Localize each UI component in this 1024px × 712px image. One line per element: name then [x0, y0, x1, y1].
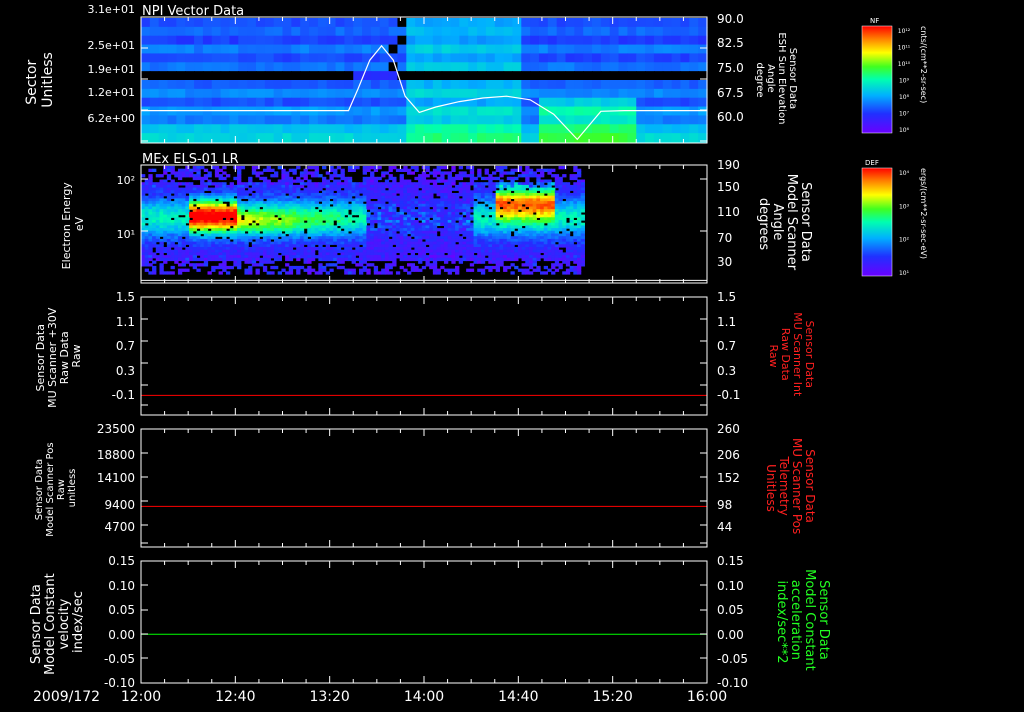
ylabel-scanner-raw: Sensor Data MU Scanner +30V Raw Data Raw [34, 304, 83, 408]
colorbar-def-label: ergs/(cm**2-sr-sec-eV) [919, 168, 928, 259]
colorbar-tick-label: 10³ [899, 203, 910, 210]
ytick-label-left: 1.1 [116, 315, 135, 329]
panel-scanner-raw: 1.5 1.1 0.7 0.3 -0.1 1.5 1.1 0.7 0.3 -0.1 Sensor … [34, 290, 816, 416]
ytick-label-right: 0.7 [717, 339, 736, 353]
ylabel-model-constant: Sensor Data Model Constant velocity inde… [29, 569, 86, 675]
colorbar-tick-label: 10¹² [898, 28, 911, 35]
ytick-label-right: -0.05 [717, 652, 748, 666]
ytick-label-left: 0.7 [116, 339, 135, 353]
colorbar-def-bar [861, 167, 893, 277]
ylabel-scanner-pos: Sensor Data Model Scanner Pos Raw unitle… [34, 439, 78, 536]
ytick-label-left: 1.2e+01 [88, 86, 135, 99]
time-tick-label: 13:20 [309, 689, 349, 705]
ytick-label-left: 0.10 [108, 579, 135, 593]
ytick-label-left: 0.00 [108, 628, 135, 642]
ytick-label-left: -0.05 [104, 652, 135, 666]
ytick-label-left: 10¹ [117, 228, 135, 241]
ytick-label-left: 10² [117, 174, 135, 187]
time-tick-label: 12:00 [121, 689, 161, 705]
ytick-label-right: 0.05 [717, 603, 744, 617]
ytick-label-right: 150 [717, 180, 740, 194]
ytick-label-left: -0.10 [104, 676, 135, 690]
ytick-label-left: 18800 [97, 448, 135, 462]
science-plot: NPI Vector Data 3.1e+01 2.5e+01 1.9e+01 1.2… [0, 0, 1024, 708]
colorbar-tick-label: 10⁴ [899, 170, 910, 177]
panel-frame-scanner-pos [140, 428, 708, 548]
time-tick-label: 14:40 [498, 689, 538, 705]
colorbar-nf: NF 10¹² 10¹¹ 10¹⁰ 10⁹ 10⁸ 10⁷ 10⁶ cnts/(cm**2-… [861, 17, 928, 134]
ytick-label-right: 0.00 [717, 628, 744, 642]
ytick-label-right: 90.0 [717, 12, 744, 26]
ytick-label-right: 206 [717, 448, 740, 462]
ylabel-right-model-constant: Sensor Data Model Constant acceleration … [774, 569, 831, 675]
ytick-label-right: 1.1 [717, 315, 736, 329]
colorbar-tick-label: 10¹ [899, 270, 910, 277]
ylabel-npi: Sector Unitless [24, 52, 56, 108]
ytick-label-right: 60.0 [717, 110, 744, 124]
colorbar-tick-label: 10⁸ [899, 94, 910, 101]
ytick-label-right: 44 [717, 520, 732, 534]
colorbar-nf-bar [861, 25, 893, 134]
ytick-label-left: 2.5e+01 [88, 39, 135, 52]
colorbar-nf-label: cnts/(cm**2-sr-sec) [919, 26, 928, 103]
ytick-label-right: 70 [717, 231, 732, 245]
colorbar-tick-label: 10² [899, 237, 910, 244]
ytick-label-right: 30 [717, 255, 732, 269]
ytick-label-right: 152 [717, 471, 740, 485]
panel-frame-model-constant [140, 560, 708, 684]
ytick-label-left: 23500 [97, 422, 135, 436]
panel-els: MEx ELS-01 LR 10²10¹1901501107030 Electr… [60, 152, 813, 284]
ylabel-right-npi: Sensor Data ESH Sun Elevation Angle degr… [754, 32, 798, 127]
ylabel-els: Electron Energy eV [60, 179, 86, 270]
panel-frame-scanner-raw [140, 296, 708, 416]
colorbar-tick-label: 10⁹ [899, 78, 910, 85]
ylabel-right-scanner-pos: Sensor Data MU Scanner Pos Telemetry Uni… [764, 438, 817, 538]
ytick-label-right: -0.1 [717, 388, 740, 402]
ytick-label-right: 110 [717, 205, 740, 219]
ylabel-right-scanner-raw: Sensor Data MU Scanner Int Raw Data Raw [767, 312, 816, 400]
panel-scanner-pos: 23500 18800 14100 9400 4700 260 206 152 98 44 Sen… [34, 422, 817, 548]
ytick-label-right: -0.10 [717, 676, 748, 690]
colorbar-tick-label: 10¹¹ [898, 45, 911, 52]
colorbar-tick-label: 10⁷ [899, 111, 910, 118]
ytick-label-left: 0.15 [108, 554, 135, 568]
colorbar-def-header: DEF [865, 159, 879, 167]
panel-model-constant: 0.15 0.10 0.05 0.00 -0.05 -0.10 0.15 0.10 0.05 0.… [29, 554, 831, 690]
colorbar-tick-label: 10¹⁰ [898, 61, 911, 68]
ytick-label-right: 98 [717, 498, 732, 512]
time-tick-label: 14:00 [404, 689, 444, 705]
colorbar-def: DEF 10⁴ 10³ 10² 10¹ ergs/(cm**2-sr-sec-eV) [861, 159, 928, 277]
ylabel-right-els: Sensor Data Model Scanner Angle degrees [756, 174, 813, 275]
ytick-label-left: 6.2e+00 [88, 112, 135, 125]
plot-canvas: NPI Vector Data 3.1e+012.5e+011.9e+011.2… [24, 3, 928, 705]
ytick-label-left: 4700 [104, 520, 135, 534]
ytick-label-right: 0.3 [717, 364, 736, 378]
ytick-label-left: 0.05 [108, 603, 135, 617]
ytick-label-right: 190 [717, 158, 740, 172]
ytick-label-left: 0.3 [116, 364, 135, 378]
els-heatmap [141, 166, 585, 275]
time-tick-label: 15:20 [592, 689, 632, 705]
ytick-label-left: -0.1 [112, 388, 135, 402]
ytick-label-left: 14100 [97, 471, 135, 485]
ytick-label-right: 260 [717, 422, 740, 436]
ytick-label-left: 9400 [104, 498, 135, 512]
ytick-label-right: 1.5 [717, 290, 736, 304]
ytick-label-left: 1.5 [116, 290, 135, 304]
ytick-label-right: 75.0 [717, 61, 744, 75]
colorbar-nf-header: NF [870, 17, 879, 25]
ytick-label-left: 3.1e+01 [88, 3, 135, 16]
time-tick-label: 16:00 [687, 689, 727, 705]
colorbar-tick-label: 10⁶ [899, 127, 910, 134]
panel-npi: NPI Vector Data 3.1e+012.5e+011.9e+011.2… [24, 3, 798, 144]
npi-heatmap [141, 18, 708, 143]
date-label: 2009/172 [33, 689, 100, 705]
time-axis-labels: 12:00 12:40 13:20 14:00 14:40 15:20 16:00 [121, 689, 727, 705]
ytick-label-right: 67.5 [717, 86, 744, 100]
time-tick-label: 12:40 [215, 689, 255, 705]
ytick-label-right: 0.10 [717, 579, 744, 593]
ytick-label-left: 1.9e+01 [88, 63, 135, 76]
ytick-label-right: 82.5 [717, 36, 744, 50]
ytick-label-right: 0.15 [717, 554, 744, 568]
